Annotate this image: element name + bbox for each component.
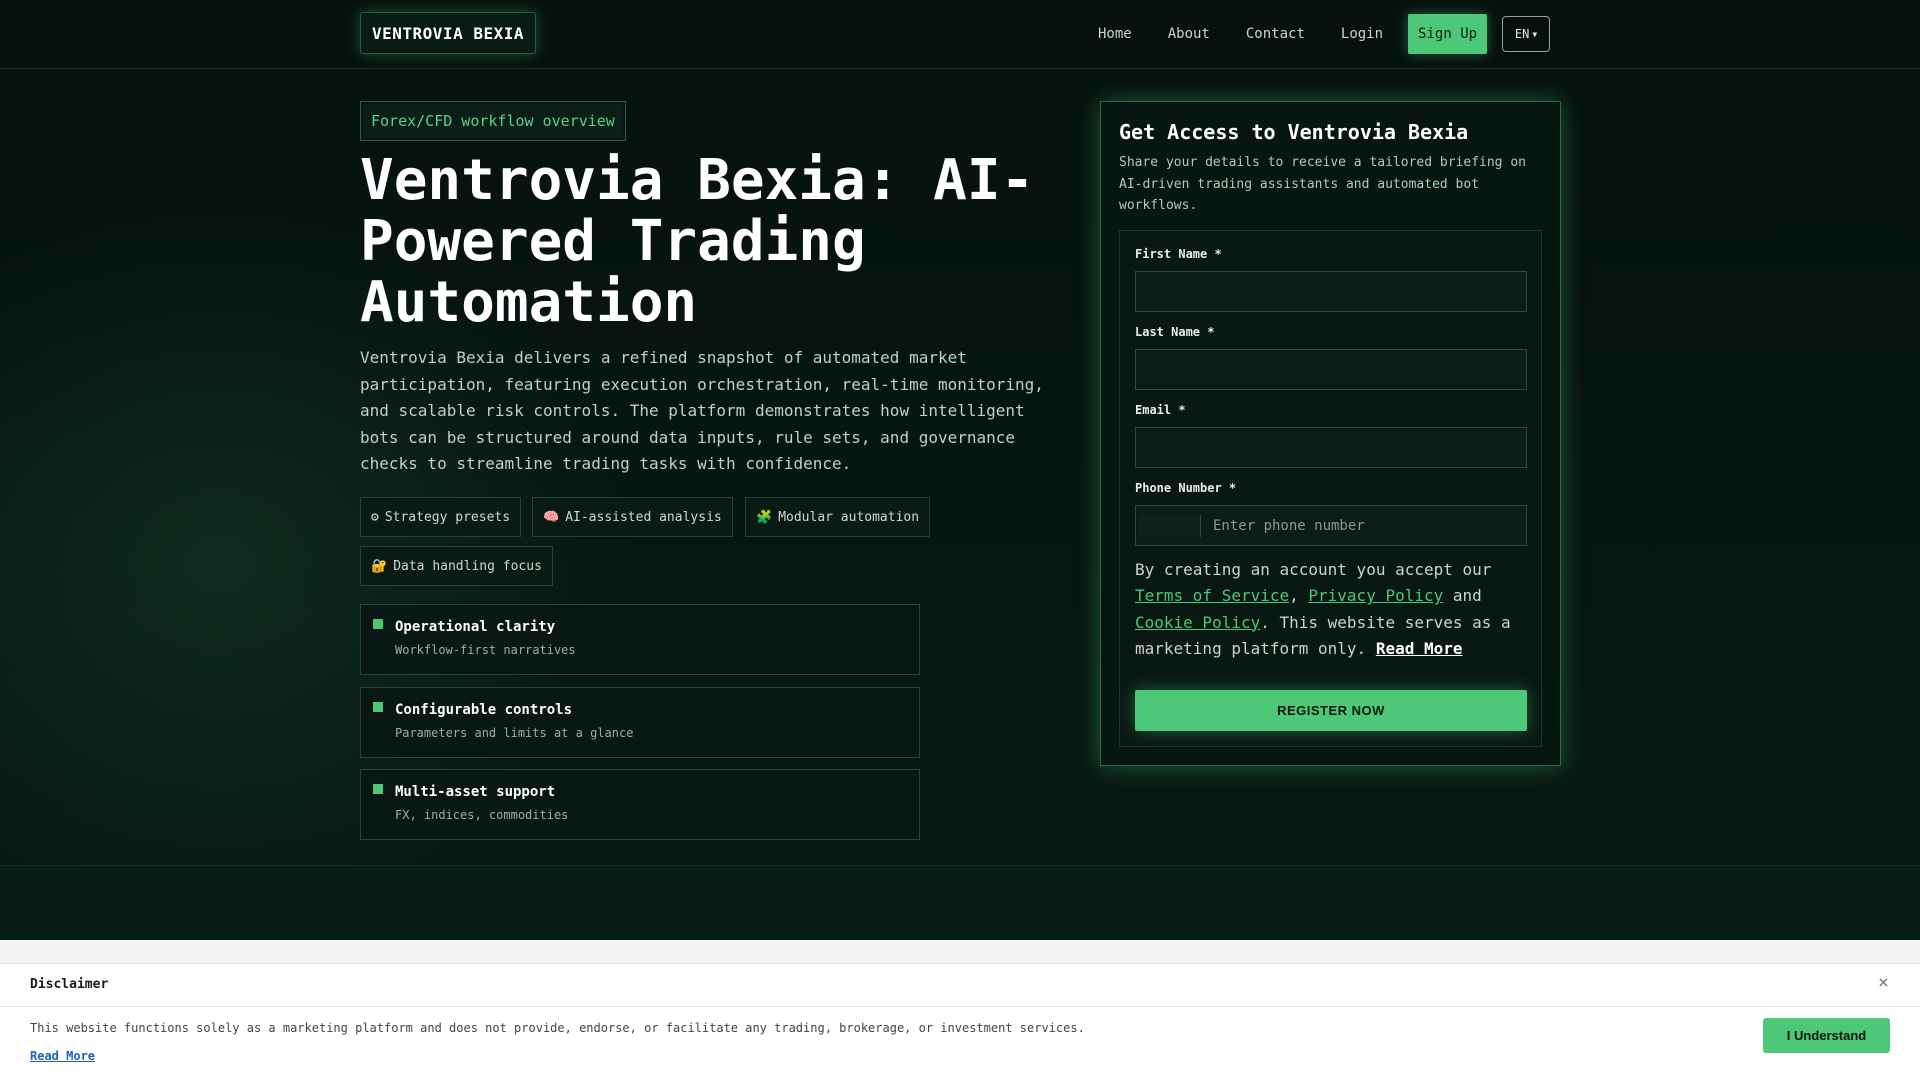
terms-of-service-link[interactable]: Terms of Service — [1135, 586, 1289, 605]
brain-icon: 🧠 — [543, 509, 560, 525]
country-code-selector[interactable] — [1138, 514, 1201, 537]
language-label: EN — [1514, 27, 1530, 41]
puzzle-icon: 🧩 — [756, 509, 773, 525]
chip-strategy-presets: ⚙ Strategy presets — [360, 497, 522, 537]
nav-login[interactable]: Login — [1341, 15, 1383, 53]
privacy-policy-link[interactable]: Privacy Policy — [1308, 586, 1443, 605]
chip-label: Strategy presets — [384, 509, 511, 525]
hero-title: Ventrovia Bexia: AI-Powered Trading Auto… — [360, 148, 1035, 335]
feature-title: Operational clarity — [395, 619, 556, 635]
bullet-square-icon — [373, 702, 383, 712]
language-selector[interactable]: EN ▼ — [1502, 16, 1551, 52]
terms-and: and — [1443, 586, 1482, 606]
feature-title: Multi-asset support — [395, 784, 556, 800]
bullet-square-icon — [373, 619, 383, 629]
disclaimer-banner: Disclaimer × This website functions sole… — [0, 963, 1920, 1081]
terms-separator: , — [1289, 586, 1309, 606]
terms-prefix: By creating an account you accept our — [1135, 560, 1492, 579]
chevron-down-icon: ▼ — [1532, 29, 1538, 39]
close-icon[interactable]: × — [1878, 972, 1889, 993]
phone-field[interactable] — [1201, 506, 1526, 545]
feature-card: Operational clarity Workflow-first narra… — [360, 604, 920, 675]
feature-subtitle: FX, indices, commodities — [395, 808, 569, 822]
feature-title: Configurable controls — [395, 702, 573, 718]
disclaimer-text: This website functions solely as a marke… — [30, 1021, 1085, 1035]
bullet-square-icon — [373, 784, 383, 794]
nav-about[interactable]: About — [1168, 15, 1210, 53]
disclaimer-title: Disclaimer — [30, 977, 109, 992]
divider — [0, 1006, 1920, 1007]
phone-field-wrapper — [1135, 505, 1527, 546]
cookie-policy-link[interactable]: Cookie Policy — [1135, 613, 1260, 632]
email-field[interactable] — [1135, 427, 1527, 468]
feature-card: Configurable controls Parameters and lim… — [360, 687, 920, 758]
partially-hidden-section — [0, 940, 1920, 964]
hero-description: Ventrovia Bexia delivers a refined snaps… — [360, 348, 1044, 473]
signup-form: First Name * Last Name * Email * Phone N… — [1119, 230, 1542, 747]
signup-form-card: Get Access to Ventrovia Bexia Share your… — [1100, 101, 1561, 766]
read-more-link[interactable]: Read More — [1376, 639, 1463, 658]
last-name-label: Last Name * — [1135, 325, 1215, 339]
terms-text: By creating an account you accept our Te… — [1135, 557, 1530, 662]
register-button[interactable]: REGISTER NOW — [1135, 690, 1527, 731]
chip-ai-analysis: 🧠 AI-assisted analysis — [532, 497, 733, 537]
signup-button[interactable]: Sign Up — [1408, 14, 1488, 54]
feature-card: Multi-asset support FX, indices, commodi… — [360, 769, 920, 840]
nav-home[interactable]: Home — [1098, 15, 1132, 53]
feature-subtitle: Workflow-first narratives — [395, 643, 576, 657]
hero-tag: Forex/CFD workflow overview — [360, 101, 626, 141]
main-nav: Home About Contact Login Sign Up EN ▼ — [1098, 14, 1551, 54]
phone-label: Phone Number * — [1135, 481, 1237, 495]
gear-icon: ⚙ — [371, 509, 379, 525]
lock-icon: 🔐 — [371, 558, 388, 574]
lower-section — [0, 865, 1920, 941]
chip-label: Data handling focus — [393, 558, 542, 574]
chip-modular-automation: 🧩 Modular automation — [745, 497, 931, 537]
chip-data-handling: 🔐 Data handling focus — [360, 546, 553, 586]
feature-subtitle: Parameters and limits at a glance — [395, 726, 634, 740]
logo[interactable]: VENTROVIA BEXIA — [360, 12, 536, 54]
last-name-field[interactable] — [1135, 349, 1527, 390]
chip-label: Modular automation — [778, 509, 920, 525]
disclaimer-read-more-link[interactable]: Read More — [30, 1049, 95, 1063]
site-header: VENTROVIA BEXIA Home About Contact Login… — [0, 0, 1920, 69]
chip-label: AI-assisted analysis — [565, 509, 722, 525]
understand-button[interactable]: I Understand — [1763, 1018, 1890, 1053]
first-name-field[interactable] — [1135, 271, 1527, 312]
nav-contact[interactable]: Contact — [1246, 15, 1305, 53]
email-label: Email * — [1135, 403, 1186, 417]
first-name-label: First Name * — [1135, 247, 1222, 261]
form-title: Get Access to Ventrovia Bexia — [1119, 120, 1469, 144]
form-subtitle: Share your details to receive a tailored… — [1119, 155, 1526, 213]
